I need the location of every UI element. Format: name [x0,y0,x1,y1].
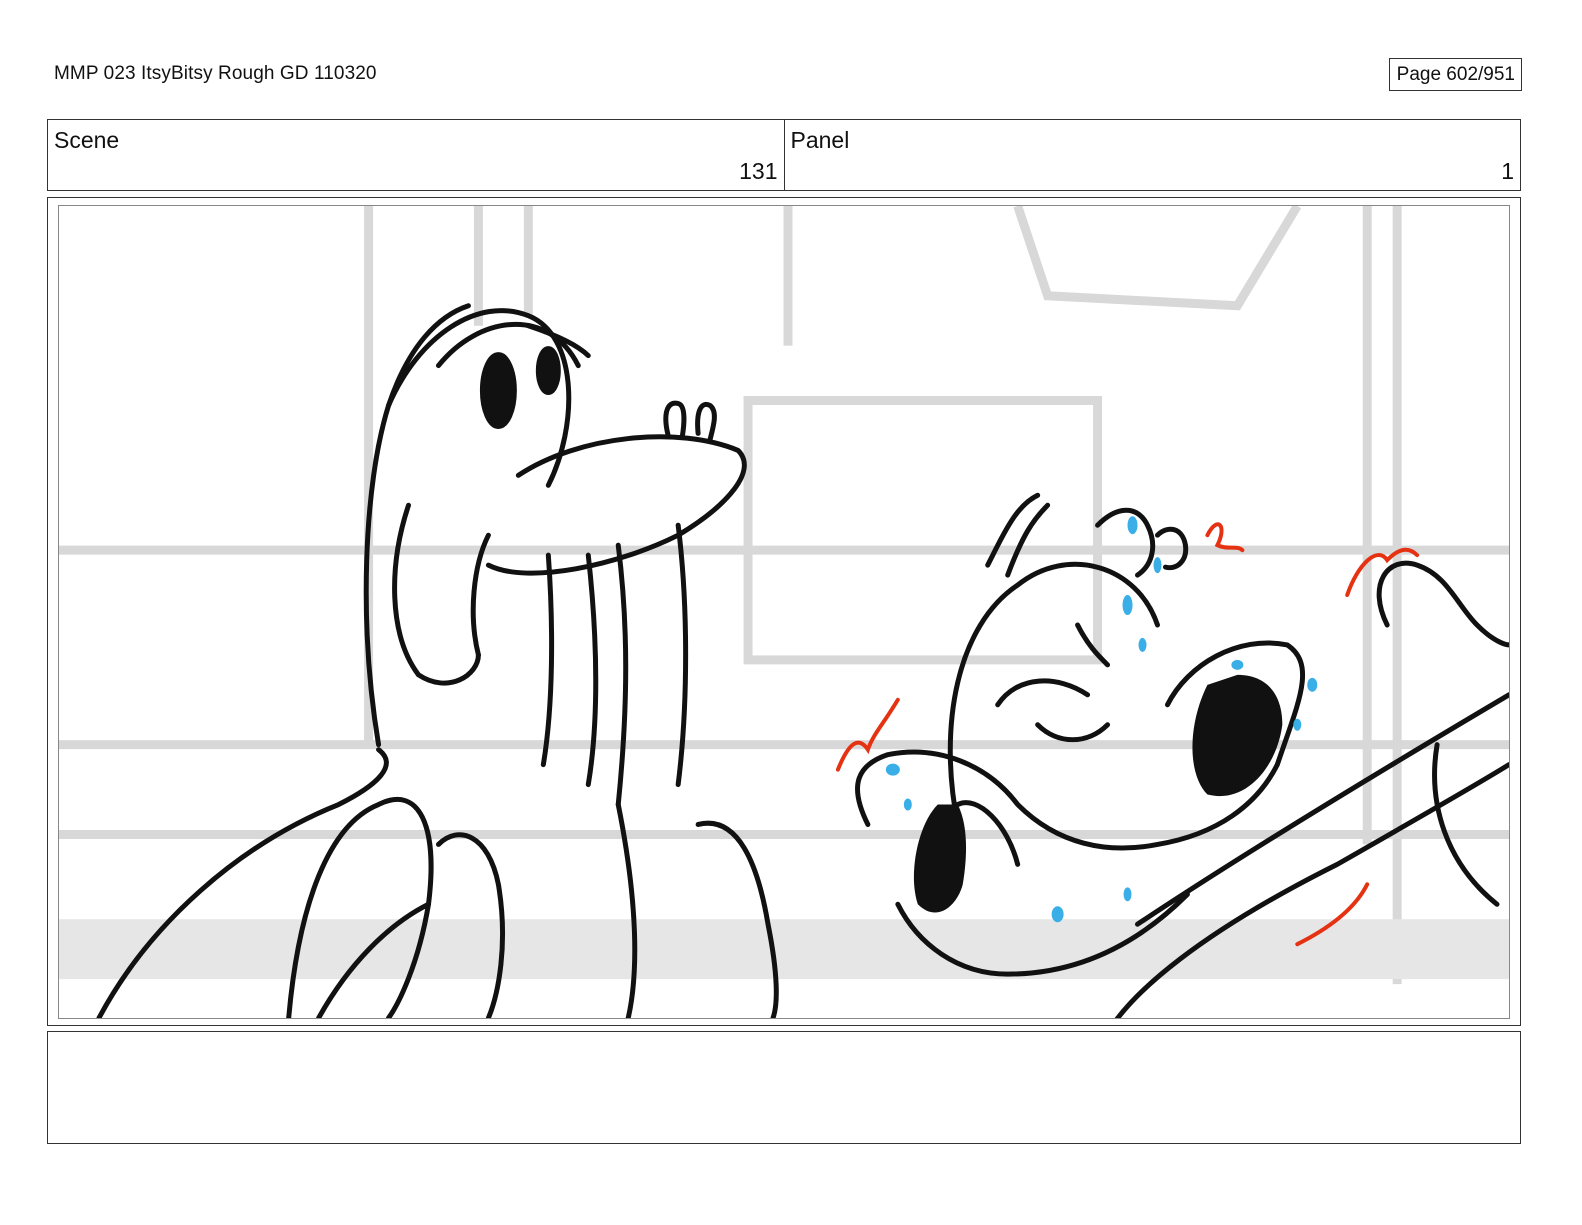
panel-cell: Panel 1 [783,120,1521,190]
sketch-illustration [59,206,1509,1018]
scene-label: Scene [54,127,120,153]
panel-number: 1 [1501,158,1514,184]
scene-cell: Scene 131 [48,120,784,190]
left-character-sketch [96,303,779,1018]
panel-label: Panel [790,127,850,153]
document-title: MMP 023 ItsyBitsy Rough GD 110320 [54,63,377,84]
page-number: Page 602/951 [1388,58,1522,91]
scene-number: 131 [739,158,778,184]
background-layout [59,206,1509,985]
scene-panel-info: Scene 131 Panel 1 [47,119,1521,191]
mouth-fills [913,674,1283,913]
storyboard-frame [47,197,1521,1026]
background-floor-band [59,919,1509,980]
storyboard-drawing [58,205,1510,1019]
notes-box [47,1031,1521,1144]
